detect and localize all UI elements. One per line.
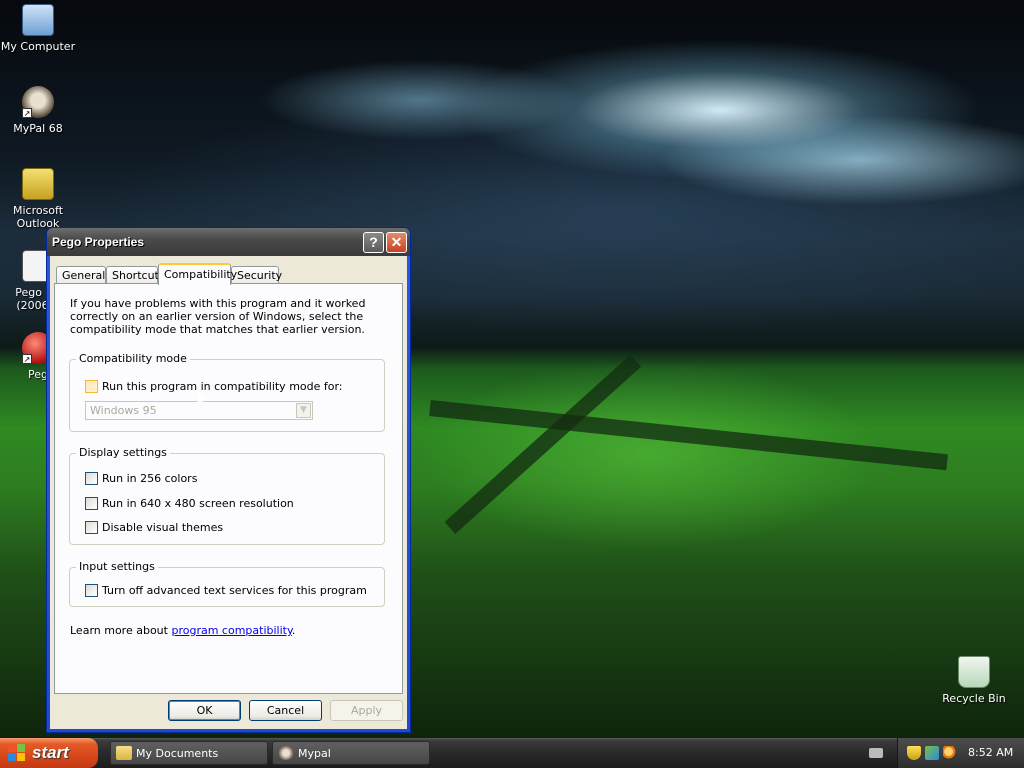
- compatibility-panel: If you have problems with this program a…: [54, 283, 403, 694]
- checkbox-label[interactable]: Turn off advanced text services for this…: [102, 584, 367, 597]
- shortcut-arrow-icon: ↗: [22, 108, 32, 118]
- shortcut-arrow-icon: ↗: [22, 354, 32, 364]
- dialog-body: General Shortcut Compatibility Security …: [50, 256, 407, 729]
- title-bar[interactable]: Pego Properties ? ✕: [47, 228, 410, 256]
- desktop-icon-my-computer[interactable]: My Computer: [0, 4, 76, 53]
- checkbox-box[interactable]: [85, 584, 98, 597]
- help-button[interactable]: ?: [363, 232, 384, 253]
- input-settings-group: Input settings Turn off advanced text se…: [69, 560, 385, 607]
- desktop-icon-label: Recycle Bin: [942, 692, 1006, 705]
- checkbox-box[interactable]: [85, 521, 98, 534]
- checkbox-box[interactable]: [85, 497, 98, 510]
- taskbar-item-mypal[interactable]: Mypal: [272, 741, 430, 765]
- close-button[interactable]: ✕: [386, 232, 407, 253]
- outlook-icon: [22, 168, 54, 200]
- group-legend: Compatibility mode: [76, 352, 190, 365]
- tab-compatibility[interactable]: Compatibility: [158, 263, 237, 285]
- learn-more-text: Learn more about program compatibility.: [70, 624, 295, 637]
- display-settings-group: Display settings Run in 256 colors Run i…: [69, 446, 385, 545]
- group-legend: Display settings: [76, 446, 170, 459]
- taskbar-item-label: Mypal: [298, 747, 331, 760]
- ok-button[interactable]: OK: [168, 700, 241, 721]
- search-icon[interactable]: [943, 746, 957, 760]
- taskbar-item-my-documents[interactable]: My Documents: [110, 741, 268, 765]
- taskbar: start My Documents Mypal 8:52 AM: [0, 738, 1024, 768]
- chevron-down-icon: ▼: [296, 403, 311, 418]
- raccoon-icon: ↗: [22, 86, 54, 118]
- intro-text: If you have problems with this program a…: [70, 297, 366, 336]
- start-label: start: [32, 743, 69, 762]
- checkbox-label[interactable]: Run this program in compatibility mode f…: [102, 380, 343, 393]
- system-tray: 8:52 AM: [897, 738, 1024, 768]
- os-version-value: Windows 95: [90, 404, 157, 417]
- tab-general[interactable]: General: [56, 266, 106, 284]
- checkbox-box[interactable]: [85, 380, 98, 393]
- recycle-bin-icon: [958, 656, 990, 688]
- computer-icon: [22, 4, 54, 36]
- start-button[interactable]: start: [0, 738, 98, 768]
- checkbox-label[interactable]: Run in 640 x 480 screen resolution: [102, 497, 294, 510]
- apply-button: Apply: [330, 700, 403, 721]
- desktop-icon-label: MyPal 68: [13, 122, 63, 135]
- desktop-icon-recycle-bin[interactable]: Recycle Bin: [936, 656, 1012, 705]
- checkbox-label[interactable]: Run in 256 colors: [102, 472, 197, 485]
- folder-icon: [116, 746, 132, 760]
- window-title: Pego Properties: [52, 235, 145, 249]
- checkbox-box[interactable]: [85, 472, 98, 485]
- desktop-icon-label: My Computer: [0, 40, 76, 53]
- learn-more-suffix: .: [291, 624, 296, 637]
- clock[interactable]: 8:52 AM: [968, 746, 1013, 759]
- checkbox-label[interactable]: Disable visual themes: [102, 521, 223, 534]
- os-version-select: Windows 95 ▼: [85, 401, 313, 420]
- keyboard-icon[interactable]: [869, 748, 883, 758]
- windows-flag-icon: [8, 744, 26, 762]
- cancel-button[interactable]: Cancel: [249, 700, 322, 721]
- tab-shortcut[interactable]: Shortcut: [106, 266, 159, 284]
- desktop-icon-label: Peg: [28, 368, 48, 381]
- raccoon-icon: [278, 746, 294, 760]
- network-icon[interactable]: [925, 746, 939, 760]
- security-shield-icon[interactable]: [907, 746, 921, 760]
- taskbar-item-label: My Documents: [136, 747, 219, 760]
- learn-more-prefix: Learn more about: [70, 624, 172, 637]
- compatibility-mode-group: Compatibility mode Run this program in c…: [69, 352, 385, 432]
- group-legend: Input settings: [76, 560, 158, 573]
- desktop-icon-outlook[interactable]: Microsoft Outlook: [0, 168, 76, 230]
- tab-security[interactable]: Security: [231, 266, 282, 284]
- program-compatibility-link[interactable]: program compatibility: [171, 624, 291, 637]
- properties-window: Pego Properties ? ✕ General Shortcut Com…: [46, 227, 411, 733]
- desktop-icon-mypal[interactable]: ↗ MyPal 68: [0, 86, 76, 135]
